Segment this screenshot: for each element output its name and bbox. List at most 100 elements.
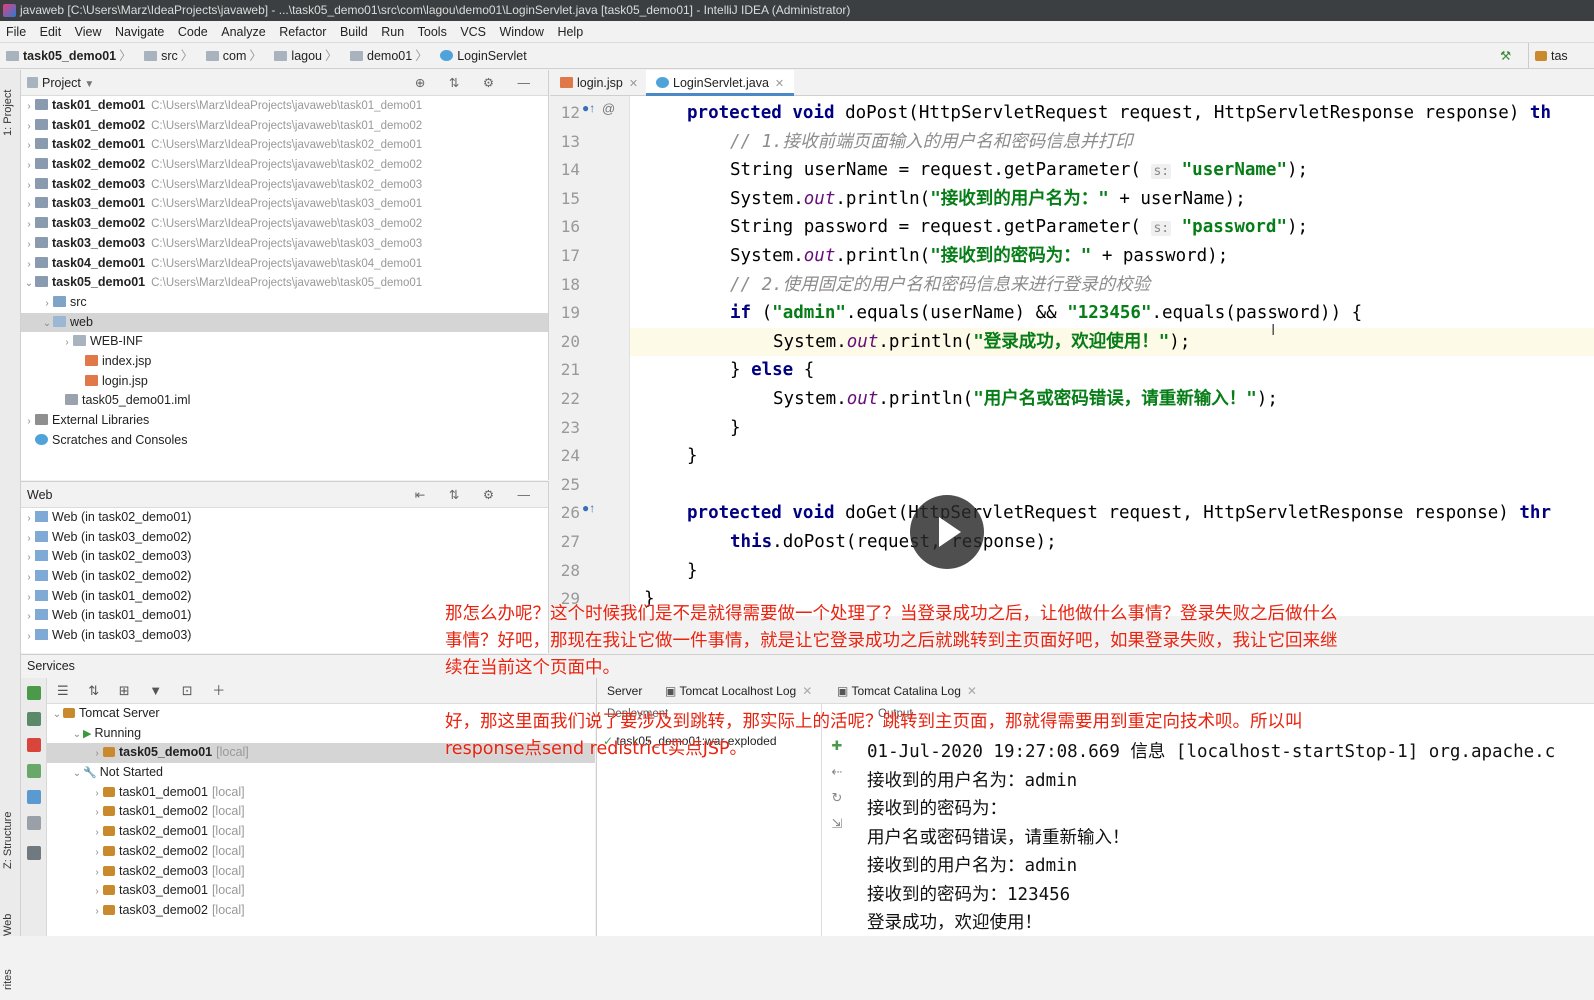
chevron-right-icon[interactable]: › [23,627,35,647]
code-editor[interactable]: protected void doPost(HttpServletRequest… [630,96,1594,616]
update-icon[interactable] [27,764,41,778]
project-view-selector[interactable]: Project [42,76,81,90]
layout-icon[interactable] [27,846,41,860]
chevron-down-icon[interactable]: ⌄ [51,705,63,725]
tree-external-libraries[interactable]: › External Libraries [21,411,548,431]
panel-tool-icons[interactable]: ⇤ ⇅ ⚙ — [415,482,540,508]
refresh-icon[interactable]: ↻ [829,790,845,806]
run-config-selector[interactable]: tas [1528,43,1568,69]
services-not-started-item[interactable]: › task03_demo01 [local] [47,881,595,901]
project-module-row[interactable]: › task03_demo03 C:\Users\Marz\IdeaProjects… [21,234,548,254]
menu-help[interactable]: Help [557,25,583,39]
override-gutter-icon[interactable]: ●↑ [582,501,595,515]
web-facet-row[interactable]: › Web (in task02_demo01) [21,508,548,528]
chevron-right-icon[interactable]: › [23,529,35,549]
crumb-src[interactable]: src [144,43,178,69]
structure-tool-tab[interactable]: Z: Structure [2,805,19,875]
chevron-right-icon[interactable]: › [91,902,103,922]
project-module-row[interactable]: › task04_demo01 C:\Users\Marz\IdeaProjects… [21,254,548,274]
web-facet-row[interactable]: › Web (in task02_demo03) [21,547,548,567]
chevron-right-icon[interactable]: › [23,176,35,196]
chevron-right-icon[interactable]: › [41,294,53,314]
debug-icon[interactable] [27,712,41,726]
chevron-down-icon[interactable]: ⌄ [41,314,53,334]
menu-view[interactable]: View [75,25,102,39]
chevron-right-icon[interactable]: › [61,333,73,353]
crumb-loginservlet[interactable]: LoginServlet [440,43,527,69]
menu-navigate[interactable]: Navigate [115,25,164,39]
project-module-row[interactable]: › task02_demo01 C:\Users\Marz\IdeaProjects… [21,135,548,155]
favorites-tool-tab[interactable]: rites [2,960,19,1000]
services-not-started-item[interactable]: › task01_demo01 [local] [47,783,595,803]
menu-run[interactable]: Run [381,25,404,39]
video-play-button[interactable] [910,495,984,569]
project-tool-tab[interactable]: 1: Project [2,78,19,148]
chevron-right-icon[interactable]: › [23,156,35,176]
tab-tomcat-localhost-log[interactable]: ▣ Tomcat Localhost Log ✕ [665,678,812,704]
stop-icon[interactable] [27,738,41,752]
override-gutter-icon[interactable]: ●↑ [582,101,595,115]
chevron-right-icon[interactable]: › [91,784,103,804]
tree-login-jsp[interactable]: login.jsp [21,372,548,392]
project-module-row[interactable]: › task03_demo01 C:\Users\Marz\IdeaProjects… [21,194,548,214]
close-icon[interactable]: ✕ [802,684,812,698]
menu-tools[interactable]: Tools [418,25,447,39]
chevron-right-icon[interactable]: › [23,412,35,432]
web-facet-row[interactable]: › Web (in task03_demo02) [21,528,548,548]
chevron-right-icon[interactable]: › [91,803,103,823]
web-tool-tab[interactable]: Web [2,900,19,950]
menu-edit[interactable]: Edit [40,25,62,39]
services-not-started-item[interactable]: › task02_demo03 [local] [47,862,595,882]
tab-login-jsp[interactable]: login.jsp ✕ [550,70,648,96]
build-hammer-icon[interactable]: ⚒ [1500,43,1511,69]
deploy-icon[interactable] [27,790,41,804]
chevron-down-icon[interactable]: ▼ [84,79,94,90]
close-icon[interactable]: ✕ [629,78,638,90]
console-output[interactable]: Output ✚ ⇠ ↻ ⇲ 01-Jul-2020 19:27:08.669 … [823,704,1594,936]
refresh-icon[interactable] [27,816,41,830]
chevron-right-icon[interactable]: › [23,568,35,588]
menu-window[interactable]: Window [500,25,544,39]
menu-code[interactable]: Code [178,25,208,39]
services-not-started-group[interactable]: ⌄ 🔧 Not Started [47,763,595,783]
web-facet-row[interactable]: › Web (in task02_demo02) [21,567,548,587]
tree-web[interactable]: ⌄ web [21,312,548,334]
services-not-started-item[interactable]: › task02_demo01 [local] [47,822,595,842]
tab-loginservlet-java[interactable]: LoginServlet.java ✕ [646,70,795,96]
services-not-started-item[interactable]: › task01_demo02 [local] [47,802,595,822]
chevron-down-icon[interactable]: ⌄ [71,764,83,784]
services-not-started-item[interactable]: › task03_demo02 [local] [47,901,595,921]
chevron-right-icon[interactable]: › [91,863,103,883]
tree-index-jsp[interactable]: index.jsp [21,352,548,372]
tree-src[interactable]: › src [21,293,548,313]
undeploy-arrow-icon[interactable]: ⇠ [829,764,845,780]
project-module-row[interactable]: › task02_demo02 C:\Users\Marz\IdeaProjects… [21,155,548,175]
project-module-row[interactable]: › task01_demo02 C:\Users\Marz\IdeaProjects… [21,116,548,136]
chevron-right-icon[interactable]: › [23,588,35,608]
tab-tomcat-catalina-log[interactable]: ▣ Tomcat Catalina Log ✕ [837,678,977,704]
chevron-right-icon[interactable]: › [91,744,103,764]
menu-file[interactable]: File [6,25,26,39]
crumb-module[interactable]: task05_demo01 [6,43,116,69]
crumb-com[interactable]: com [205,43,246,69]
chevron-right-icon[interactable]: › [23,235,35,255]
rerun-icon[interactable] [27,686,41,700]
menu-refactor[interactable]: Refactor [279,25,326,39]
project-module-row[interactable]: › task03_demo02 C:\Users\Marz\IdeaProjects… [21,214,548,234]
project-module-row[interactable]: › task02_demo03 C:\Users\Marz\IdeaProjects… [21,175,548,195]
close-icon[interactable]: ✕ [967,684,977,698]
chevron-right-icon[interactable]: › [23,195,35,215]
menu-analyze[interactable]: Analyze [221,25,265,39]
close-icon[interactable]: ✕ [775,78,784,90]
crumb-lagou[interactable]: lagou [274,43,322,69]
chevron-right-icon[interactable]: › [91,882,103,902]
chevron-right-icon[interactable]: › [91,823,103,843]
menu-build[interactable]: Build [340,25,368,39]
chevron-right-icon[interactable]: › [23,255,35,275]
chevron-right-icon[interactable]: › [23,117,35,137]
chevron-right-icon[interactable]: › [23,548,35,568]
tree-iml[interactable]: task05_demo01.iml [21,391,548,411]
tree-scratches[interactable]: Scratches and Consoles [21,431,548,451]
chevron-right-icon[interactable]: › [23,215,35,235]
chevron-down-icon[interactable]: ⌄ [71,725,83,745]
